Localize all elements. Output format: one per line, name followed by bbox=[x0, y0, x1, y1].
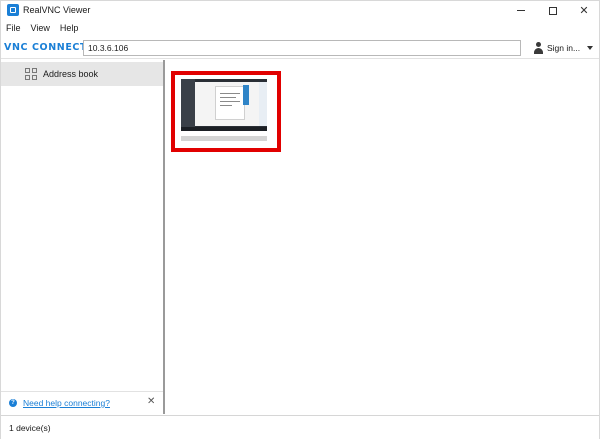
help-close-icon[interactable]: ✕ bbox=[147, 396, 155, 407]
help-icon: ? bbox=[9, 399, 17, 407]
realvnc-viewer-window: RealVNC Viewer ✕ File View Help vnc conn… bbox=[0, 0, 600, 439]
sign-in-label: Sign in... bbox=[547, 43, 581, 53]
maximize-icon bbox=[549, 6, 557, 15]
menu-help[interactable]: Help bbox=[55, 21, 84, 35]
sidebar-item-label: Address book bbox=[43, 69, 99, 79]
help-bar: ? Need help connecting? ✕ bbox=[1, 391, 163, 413]
device-name-label bbox=[181, 136, 267, 141]
device-count: 1 device(s) bbox=[9, 423, 51, 433]
window-title: RealVNC Viewer bbox=[23, 5, 91, 15]
status-bar: 1 device(s) bbox=[1, 415, 599, 439]
address-input[interactable]: 10.3.6.106 bbox=[83, 40, 521, 56]
minimize-button[interactable] bbox=[506, 1, 536, 20]
remote-desktop-thumbnail bbox=[181, 79, 267, 131]
menu-file[interactable]: File bbox=[1, 21, 26, 35]
close-button[interactable]: ✕ bbox=[569, 1, 599, 20]
user-icon bbox=[533, 42, 544, 54]
device-grid bbox=[167, 60, 599, 414]
minimize-icon bbox=[517, 10, 525, 11]
address-book-grid-icon bbox=[25, 68, 37, 80]
need-help-link[interactable]: Need help connecting? bbox=[23, 398, 110, 408]
menu-view[interactable]: View bbox=[26, 21, 55, 35]
sidebar: Address book ? Need help connecting? ✕ bbox=[1, 60, 165, 414]
menu-bar: File View Help bbox=[1, 21, 83, 35]
chevron-down-icon bbox=[587, 46, 594, 50]
sidebar-item-address-book[interactable]: Address book bbox=[1, 62, 163, 86]
toolbar: vnc connect 10.3.6.106 Sign in... bbox=[1, 37, 599, 59]
realvnc-app-icon bbox=[7, 4, 19, 16]
vnc-connect-logo: vnc connect bbox=[4, 42, 88, 53]
sign-in-button[interactable]: Sign in... bbox=[533, 40, 597, 56]
close-icon: ✕ bbox=[579, 5, 589, 17]
title-bar[interactable]: RealVNC Viewer ✕ bbox=[1, 1, 599, 20]
maximize-button[interactable] bbox=[538, 1, 568, 20]
device-card[interactable] bbox=[171, 71, 281, 152]
